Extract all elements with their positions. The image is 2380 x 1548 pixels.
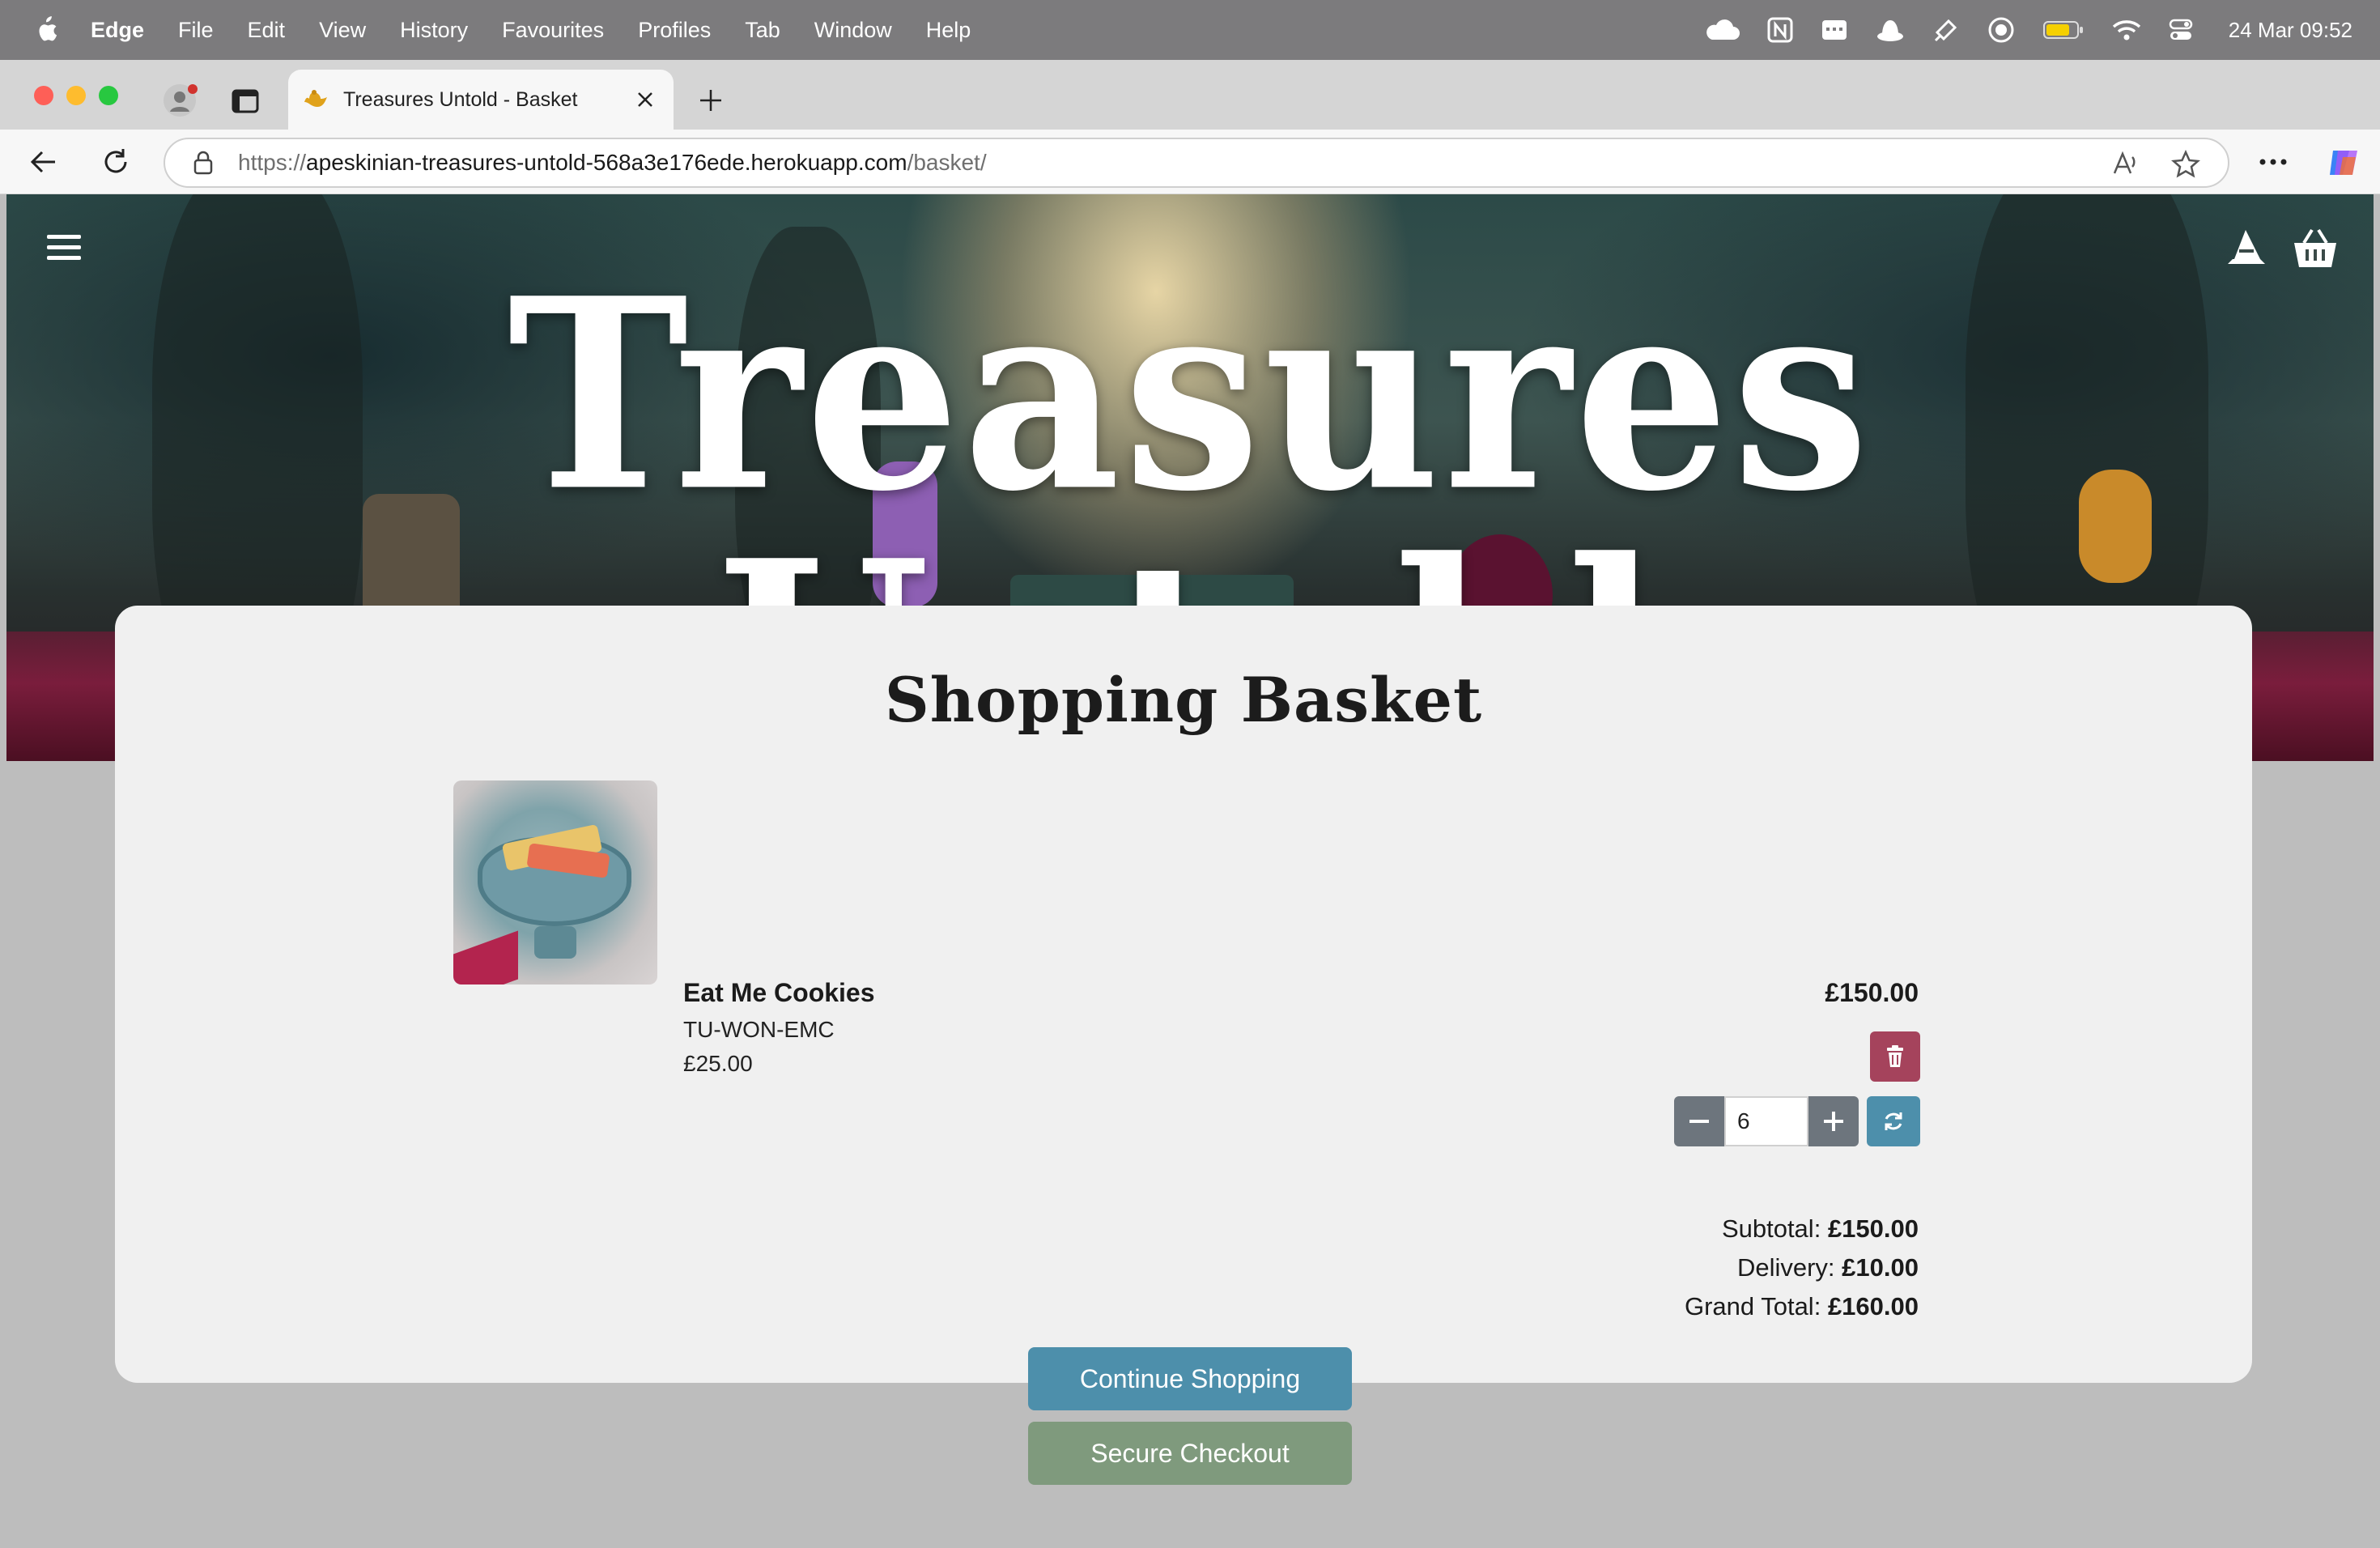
delivery-label: Delivery: bbox=[1736, 1253, 1835, 1282]
secure-checkout-button[interactable]: Secure Checkout bbox=[1028, 1422, 1352, 1485]
grand-total-value: £160.00 bbox=[1827, 1292, 1919, 1320]
tab-active[interactable]: Treasures Untold - Basket bbox=[288, 70, 674, 130]
product-sku: TU-WON-EMC bbox=[683, 1017, 835, 1042]
product-name: Eat Me Cookies bbox=[683, 978, 875, 1007]
menu-favourites[interactable]: Favourites bbox=[502, 18, 604, 43]
menu-window[interactable]: Window bbox=[814, 18, 892, 43]
battery-icon[interactable] bbox=[2042, 19, 2085, 40]
window-zoom-button[interactable] bbox=[99, 86, 118, 105]
calendar-icon[interactable] bbox=[1821, 18, 1848, 42]
increment-quantity-button[interactable] bbox=[1808, 1096, 1859, 1146]
basket-icon[interactable] bbox=[2291, 227, 2340, 270]
profile-icon[interactable] bbox=[164, 83, 199, 118]
menu-tab[interactable]: Tab bbox=[745, 18, 780, 43]
url-path: /basket/ bbox=[907, 150, 987, 175]
address-bar[interactable]: https://apeskinian-treasures-untold-568a… bbox=[164, 138, 2229, 188]
hat-icon[interactable] bbox=[1876, 17, 1905, 43]
copilot-icon[interactable] bbox=[2327, 146, 2361, 180]
update-quantity-button[interactable] bbox=[1867, 1096, 1920, 1146]
plus-icon bbox=[1824, 1112, 1843, 1131]
window-close-button[interactable] bbox=[34, 86, 53, 105]
macos-menu-bar: Edge File Edit View History Favourites P… bbox=[0, 0, 2380, 60]
subtotal-row: Subtotal: £150.00 bbox=[1685, 1210, 1919, 1248]
wifi-icon[interactable] bbox=[2112, 19, 2141, 41]
delivery-row: Delivery: £10.00 bbox=[1685, 1248, 1919, 1287]
star-icon[interactable] bbox=[2171, 150, 2200, 179]
line-total: £150.00 bbox=[1825, 978, 1919, 1007]
image-stem bbox=[534, 926, 576, 959]
quantity-input[interactable] bbox=[1724, 1096, 1808, 1146]
tab-actions-icon[interactable] bbox=[232, 89, 259, 113]
menu-history[interactable]: History bbox=[400, 18, 468, 43]
more-icon[interactable] bbox=[2259, 157, 2288, 167]
image-corner bbox=[453, 930, 518, 985]
minus-icon bbox=[1689, 1120, 1709, 1123]
delivery-value: £10.00 bbox=[1842, 1253, 1919, 1282]
decrement-quantity-button[interactable] bbox=[1674, 1096, 1724, 1146]
tool-icon[interactable] bbox=[1932, 16, 1960, 44]
apple-icon[interactable] bbox=[32, 15, 58, 45]
read-aloud-icon[interactable] bbox=[2111, 151, 2139, 178]
menu-help[interactable]: Help bbox=[926, 18, 971, 43]
subtotal-label: Subtotal: bbox=[1721, 1214, 1821, 1243]
status-area: 24 Mar 09:52 bbox=[1704, 0, 2352, 60]
genie-lamp-icon bbox=[304, 90, 327, 107]
menu-file[interactable]: File bbox=[178, 18, 214, 43]
window-minimize-button[interactable] bbox=[66, 86, 86, 105]
new-tab-icon[interactable] bbox=[698, 87, 724, 113]
url-scheme: https:// bbox=[238, 150, 307, 175]
hamburger-icon[interactable] bbox=[45, 232, 83, 264]
page-title: Shopping Basket bbox=[884, 664, 1483, 736]
menu-profiles[interactable]: Profiles bbox=[638, 18, 711, 43]
menu-app-name[interactable]: Edge bbox=[91, 18, 144, 43]
remove-item-button[interactable] bbox=[1870, 1031, 1920, 1082]
notion-icon[interactable] bbox=[1767, 17, 1793, 43]
focus-icon[interactable] bbox=[1987, 16, 2015, 44]
lock-icon[interactable] bbox=[193, 151, 214, 175]
grand-total-label: Grand Total: bbox=[1685, 1292, 1821, 1320]
refresh-icon bbox=[1885, 1112, 1902, 1130]
menu-bar-clock[interactable]: 24 Mar 09:52 bbox=[2229, 18, 2352, 43]
trash-icon bbox=[1887, 1045, 1903, 1067]
control-center-icon[interactable] bbox=[2169, 18, 2193, 42]
url-text[interactable]: https://apeskinian-treasures-untold-568a… bbox=[238, 150, 987, 176]
menu-edit[interactable]: Edit bbox=[248, 18, 286, 43]
menu-view[interactable]: View bbox=[319, 18, 366, 43]
reload-icon[interactable] bbox=[100, 147, 131, 177]
back-icon[interactable] bbox=[29, 147, 58, 176]
product-price: £25.00 bbox=[683, 1051, 753, 1076]
url-host: apeskinian-treasures-untold-568a3e176ede… bbox=[306, 150, 907, 175]
order-totals: Subtotal: £150.00 Delivery: £10.00 Grand… bbox=[1685, 1210, 1919, 1326]
close-icon[interactable] bbox=[636, 91, 654, 108]
wizard-hat-icon[interactable] bbox=[2225, 227, 2268, 270]
grand-total-row: Grand Total: £160.00 bbox=[1685, 1287, 1919, 1326]
tab-title: Treasures Untold - Basket bbox=[343, 87, 578, 111]
cloud-icon[interactable] bbox=[1704, 19, 1740, 41]
continue-shopping-button[interactable]: Continue Shopping bbox=[1028, 1347, 1352, 1410]
subtotal-value: £150.00 bbox=[1827, 1214, 1919, 1243]
product-image[interactable] bbox=[453, 780, 657, 985]
